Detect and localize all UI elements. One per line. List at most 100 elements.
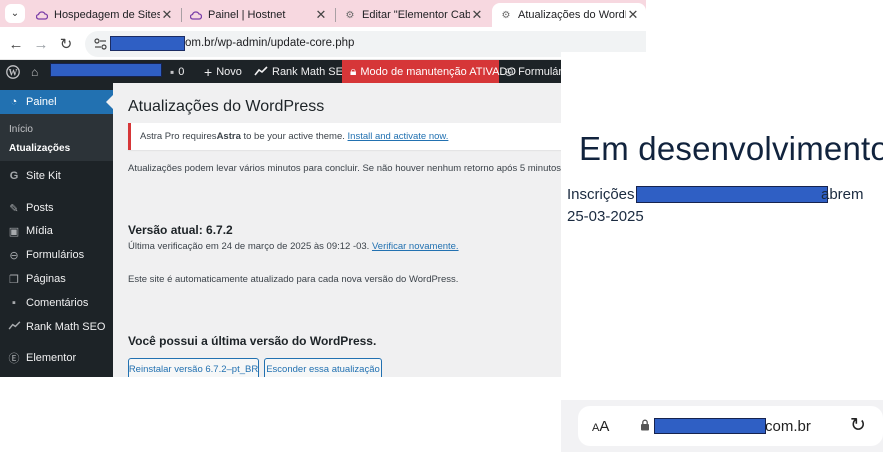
sidebar-item-label: Painel (26, 96, 57, 108)
reload-button[interactable]: ↻ (56, 34, 76, 54)
submenu-item-atualizacoes[interactable]: Atualizações (9, 143, 70, 154)
home-icon: ⌂ (31, 64, 39, 79)
mobile-address-bar-area: AA com.br ↻ (561, 400, 883, 452)
pages-icon: ❐ (9, 273, 19, 286)
reinstall-button[interactable]: Reinstalar versão 6.7.2–pt_BR (128, 358, 259, 377)
desktop-browser-window: ⌄ Hospedagem de Sites Word ✕ Painel | Ho… (0, 0, 646, 377)
sidebar-item-rank-math[interactable]: Rank Math SEO (0, 317, 113, 337)
sidebar-item-paginas[interactable]: ❐ Páginas (0, 269, 113, 289)
registration-suffix: abrem (821, 186, 864, 203)
g-icon: G (9, 170, 19, 182)
maintenance-mode-button[interactable]: 🔒︎ Modo de manutenção ATIVADO (342, 60, 516, 83)
sidebar-item-formularios[interactable]: ⊖ Formulários (0, 245, 113, 265)
sidebar-item-label: Elementor (26, 352, 77, 364)
forms-icon: ⊖ (9, 249, 19, 262)
tab-painel-hostnet[interactable]: Painel | Hostnet ✕ (182, 3, 334, 27)
tab-title: Hospedagem de Sites Word (54, 9, 160, 21)
big-a: A (599, 418, 610, 435)
auto-update-text: Este site é automaticamente atualizado p… (128, 274, 459, 285)
redacted-site-name[interactable] (50, 63, 162, 77)
browser-toolbar: ← → ↻ om.br/wp-admin/update-core.php (0, 27, 646, 60)
close-icon[interactable]: ✕ (314, 7, 328, 23)
new-content-button[interactable]: + Novo (204, 60, 242, 83)
current-version-heading: Versão atual: 6.7.2 (128, 223, 233, 237)
tab-search-button[interactable]: ⌄ (5, 4, 25, 23)
screenshot-composite: ⌄ Hospedagem de Sites Word ✕ Painel | Ho… (0, 0, 883, 452)
wordpress-icon: W (6, 64, 20, 79)
redacted-domain (110, 36, 185, 51)
back-button[interactable]: ← (6, 34, 26, 54)
dashboard-icon: ◔ (10, 96, 18, 108)
sidebar-item-label: Páginas (26, 273, 66, 285)
rank-math-button[interactable]: Rank Math SEO (254, 60, 351, 83)
rank-math-label: Rank Math SEO (272, 65, 352, 78)
lock-icon (640, 419, 650, 434)
last-check-label: Última verificação em 24 de março de 202… (128, 241, 370, 252)
tab-strip: ⌄ Hospedagem de Sites Word ✕ Painel | Ho… (0, 0, 646, 27)
sidebar-item-posts[interactable]: ✎ Posts (0, 198, 113, 218)
media-icon: ▣ (8, 225, 20, 238)
wordpress-logo-button[interactable]: W (6, 60, 20, 83)
tab-title: Painel | Hostnet (208, 9, 286, 21)
tab-editar-elementor[interactable]: ⚙ Editar "Elementor Cabeçalho" ✕ (336, 3, 490, 27)
arrow-right-icon: → (33, 35, 49, 53)
registration-date: 25-03-2025 (567, 208, 644, 225)
notice-prefix: Astra Pro requires (140, 131, 217, 142)
sidebar-item-elementor[interactable]: Ⓔ Elementor (0, 348, 113, 368)
sidebar-item-comentarios[interactable]: ▪ Comentários (0, 293, 113, 313)
sidebar-item-label: Rank Math SEO (26, 321, 106, 333)
sidebar-item-label: Formulários (26, 249, 85, 261)
cloud-icon (190, 9, 202, 21)
comments-count: 0 (178, 65, 185, 78)
svg-text:W: W (9, 67, 18, 77)
close-icon[interactable]: ✕ (626, 7, 640, 23)
lock-icon: 🔒︎ (350, 64, 357, 78)
sidebar-submenu: Início Atualizações (0, 114, 113, 161)
last-check-text: Última verificação em 24 de março de 202… (128, 241, 459, 252)
theme-notice: Astra Pro requires Astra to be your acti… (128, 123, 588, 150)
check-again-link[interactable]: Verificar novamente. (372, 241, 459, 252)
install-activate-link[interactable]: Install and activate now. (348, 131, 449, 142)
pin-icon: ✎ (9, 202, 19, 215)
gear-icon: ⚙ (345, 9, 355, 21)
sidebar-item-midia[interactable]: ▣ Mídia (0, 221, 113, 241)
tab-title: Atualizações do WordPress ‹ (518, 9, 626, 21)
comment-icon: ▪ (12, 297, 16, 309)
page-title: Atualizações do WordPress (128, 98, 325, 115)
comments-button[interactable]: ▪ 0 (170, 60, 184, 83)
close-icon[interactable]: ✕ (160, 7, 174, 23)
updates-info-text: Atualizações podem levar vários minutos … (128, 163, 585, 174)
submenu-item-inicio[interactable]: Início (9, 124, 33, 135)
mobile-url: com.br (765, 418, 811, 435)
notice-theme-name: Astra (216, 131, 241, 142)
sidebar-item-label: Posts (26, 202, 54, 214)
plus-icon: + (204, 63, 213, 80)
close-icon[interactable]: ✕ (470, 7, 484, 23)
tab-hospedagem[interactable]: Hospedagem de Sites Word ✕ (28, 3, 180, 27)
page-heading: Em desenvolvimento (579, 130, 883, 167)
sidebar-item-label: Site Kit (26, 170, 61, 182)
reload-icon[interactable]: ↻ (850, 414, 866, 437)
maintenance-label: Modo de manutenção ATIVADO (360, 65, 516, 78)
sidebar-item-site-kit[interactable]: G Site Kit (0, 166, 113, 186)
site-home-button[interactable]: ⌂ (31, 60, 42, 83)
chevron-down-icon: ⌄ (10, 8, 20, 19)
mobile-address-bar[interactable]: AA com.br ↻ (578, 406, 883, 446)
reload-icon: ↻ (59, 36, 73, 53)
forms-icon: ⊖ (504, 64, 515, 79)
site-settings-icon[interactable] (92, 36, 108, 52)
address-url: om.br/wp-admin/update-core.php (185, 37, 355, 49)
forward-button[interactable]: → (31, 34, 51, 54)
sidebar-item-label: Comentários (26, 297, 89, 309)
latest-version-heading: Você possui a última versão do WordPress… (128, 334, 377, 348)
sidebar-item-painel[interactable]: ◔ Painel (0, 90, 113, 114)
wp-admin-sidebar: ◔ Painel Início Atualizações G Site Kit … (0, 83, 113, 377)
tab-atualizacoes[interactable]: ⚙ Atualizações do WordPress ‹ ✕ (492, 3, 646, 27)
text-size-button[interactable]: AA (592, 418, 609, 435)
hide-update-button[interactable]: Esconder essa atualização (264, 358, 382, 377)
chart-icon (0, 321, 26, 333)
mobile-browser-window: Em desenvolvimento Inscrições abrem 25-0… (561, 52, 883, 452)
redacted-domain (654, 418, 766, 434)
comment-icon: ▪ (170, 64, 175, 79)
gear-icon: ⚙ (501, 9, 511, 21)
